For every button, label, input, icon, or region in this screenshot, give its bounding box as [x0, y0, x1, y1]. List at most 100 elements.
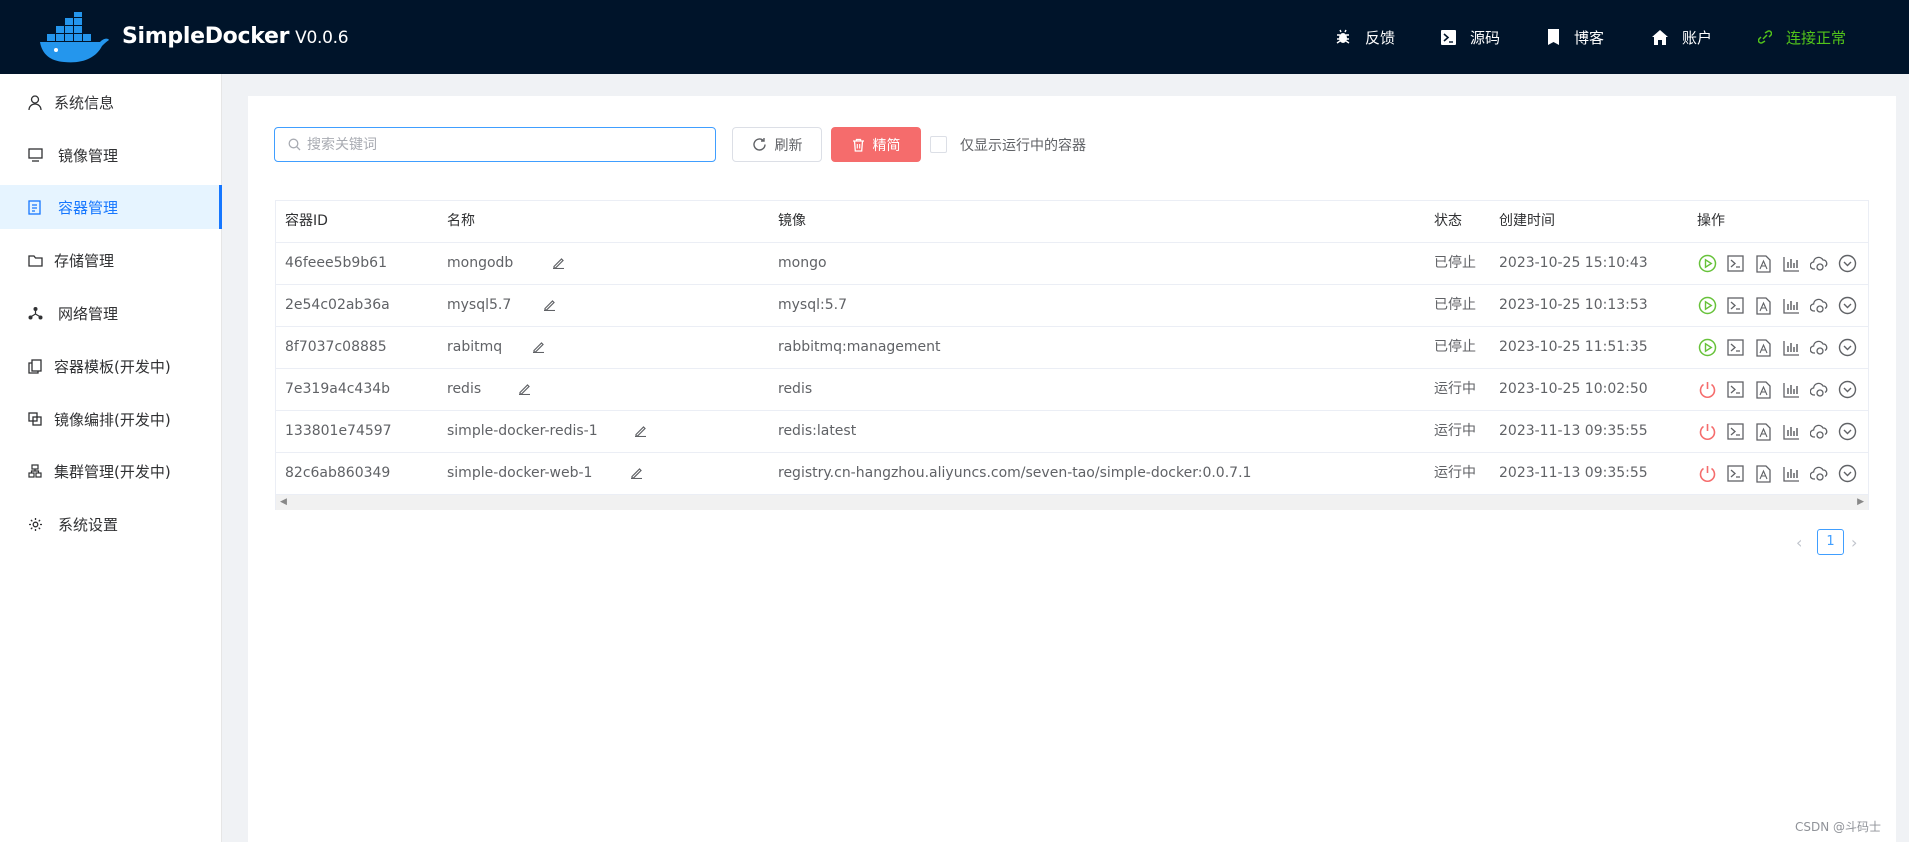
more-chevron-icon[interactable] [1837, 421, 1858, 442]
refresh-button[interactable]: 刷新 [732, 127, 822, 162]
sidebar-item-label: 容器管理 [58, 198, 119, 217]
container-image: registry.cn-hangzhou.aliyuncs.com/seven-… [778, 465, 1252, 481]
running-only-checkbox[interactable] [930, 136, 947, 153]
bug-icon [1336, 29, 1350, 44]
edit-name-icon[interactable] [532, 340, 545, 357]
pagination-page-1[interactable]: 1 [1817, 529, 1844, 555]
column-header-image: 镜像 [778, 213, 806, 229]
stats-chart-icon[interactable] [1781, 463, 1802, 484]
container-id: 8f7037c08885 [285, 339, 387, 355]
slim-button[interactable]: 精简 [831, 127, 921, 162]
folder-icon [28, 254, 43, 267]
scrollbar-thumb[interactable] [290, 498, 1852, 507]
edit-name-icon[interactable] [634, 424, 647, 441]
row-actions [1697, 243, 1858, 284]
stop-icon[interactable] [1697, 379, 1718, 400]
table-horizontal-scrollbar[interactable]: ◀ ▶ [276, 495, 1868, 510]
sidebar-item-system-info[interactable]: 系统信息 [0, 80, 222, 124]
log-file-icon[interactable] [1753, 379, 1774, 400]
column-header-created: 创建时间 [1499, 213, 1555, 229]
nav-blog[interactable]: 博客 [1547, 0, 1604, 74]
cloud-sync-icon[interactable] [1809, 295, 1830, 316]
log-file-icon[interactable] [1753, 421, 1774, 442]
row-actions [1697, 285, 1858, 326]
row-actions [1697, 327, 1858, 368]
cloud-sync-icon[interactable] [1809, 253, 1830, 274]
more-chevron-icon[interactable] [1837, 337, 1858, 358]
start-icon[interactable] [1697, 253, 1718, 274]
container-created: 2023-10-25 10:02:50 [1499, 381, 1648, 397]
edit-name-icon[interactable] [518, 382, 531, 399]
container-image: rabbitmq:management [778, 339, 941, 355]
sidebar-item-label: 镜像管理 [58, 146, 119, 165]
pagination-prev-button[interactable]: ‹ [1796, 529, 1802, 555]
more-chevron-icon[interactable] [1837, 253, 1858, 274]
connection-status-label: 连接正常 [1786, 28, 1847, 47]
log-file-icon[interactable] [1753, 337, 1774, 358]
stats-chart-icon[interactable] [1781, 253, 1802, 274]
terminal-icon[interactable] [1725, 337, 1746, 358]
scroll-right-icon[interactable]: ▶ [1857, 497, 1864, 507]
edit-name-icon[interactable] [543, 298, 556, 315]
sidebar-item-container-templates[interactable]: 容器模板(开发中) [0, 344, 222, 388]
network-icon [28, 307, 43, 320]
sidebar: 系统信息 镜像管理 容器管理 存储管理 网络管理 容器模板(开发中) 镜像编排(… [0, 74, 222, 842]
watermark-text: CSDN @斗码士 [1795, 820, 1882, 834]
nav-account[interactable]: 账户 [1652, 0, 1712, 74]
stats-chart-icon[interactable] [1781, 421, 1802, 442]
more-chevron-icon[interactable] [1837, 463, 1858, 484]
sidebar-item-label: 系统信息 [54, 93, 115, 112]
edit-name-icon[interactable] [630, 466, 643, 483]
sidebar-item-settings[interactable]: 系统设置 [0, 502, 222, 546]
scroll-left-icon[interactable]: ◀ [280, 497, 287, 507]
stats-chart-icon[interactable] [1781, 295, 1802, 316]
start-icon[interactable] [1697, 295, 1718, 316]
sidebar-item-image-orchestration[interactable]: 镜像编排(开发中) [0, 397, 222, 441]
pagination-next-button[interactable]: › [1851, 529, 1857, 555]
column-header-actions: 操作 [1697, 213, 1725, 229]
table-row: 133801e74597 simple-docker-redis-1 redis:l… [276, 411, 1868, 453]
sidebar-item-network[interactable]: 网络管理 [0, 291, 222, 335]
sidebar-item-label: 网络管理 [58, 304, 119, 323]
container-created: 2023-10-25 15:10:43 [1499, 255, 1648, 271]
edit-name-icon[interactable] [552, 256, 565, 273]
terminal-icon[interactable] [1725, 379, 1746, 400]
copy-icon [28, 358, 42, 374]
terminal-icon[interactable] [1725, 253, 1746, 274]
container-id: 7e319a4c434b [285, 381, 391, 397]
nav-feedback[interactable]: 反馈 [1335, 0, 1395, 74]
log-file-icon[interactable] [1753, 253, 1774, 274]
docker-whale-logo [40, 12, 109, 63]
cloud-sync-icon[interactable] [1809, 463, 1830, 484]
refresh-button-label: 刷新 [774, 137, 803, 154]
sidebar-item-storage[interactable]: 存储管理 [0, 238, 222, 282]
refresh-icon [752, 138, 766, 151]
stop-icon[interactable] [1697, 421, 1718, 442]
more-chevron-icon[interactable] [1837, 379, 1858, 400]
terminal-icon[interactable] [1725, 421, 1746, 442]
sidebar-item-containers[interactable]: 容器管理 [0, 185, 222, 229]
sidebar-item-label: 系统设置 [58, 515, 119, 534]
stats-chart-icon[interactable] [1781, 379, 1802, 400]
cloud-sync-icon[interactable] [1809, 421, 1830, 442]
sidebar-item-cluster[interactable]: 集群管理(开发中) [0, 449, 222, 493]
cloud-sync-icon[interactable] [1809, 337, 1830, 358]
table-row: 82c6ab860349 simple-docker-web-1 registry.… [276, 453, 1868, 495]
nav-source[interactable]: 源码 [1441, 0, 1500, 74]
sidebar-item-images[interactable]: 镜像管理 [0, 133, 222, 177]
search-input[interactable] [307, 132, 707, 157]
terminal-icon[interactable] [1725, 295, 1746, 316]
terminal-icon[interactable] [1725, 463, 1746, 484]
log-file-icon[interactable] [1753, 463, 1774, 484]
stats-chart-icon[interactable] [1781, 337, 1802, 358]
more-chevron-icon[interactable] [1837, 295, 1858, 316]
slim-button-label: 精简 [872, 137, 901, 154]
brand-name: SimpleDocker [122, 24, 290, 49]
start-icon[interactable] [1697, 337, 1718, 358]
log-file-icon[interactable] [1753, 295, 1774, 316]
stop-icon[interactable] [1697, 463, 1718, 484]
cloud-sync-icon[interactable] [1809, 379, 1830, 400]
layers-icon [28, 412, 42, 426]
search-box[interactable] [274, 127, 716, 162]
running-only-label[interactable]: 仅显示运行中的容器 [960, 135, 1086, 155]
